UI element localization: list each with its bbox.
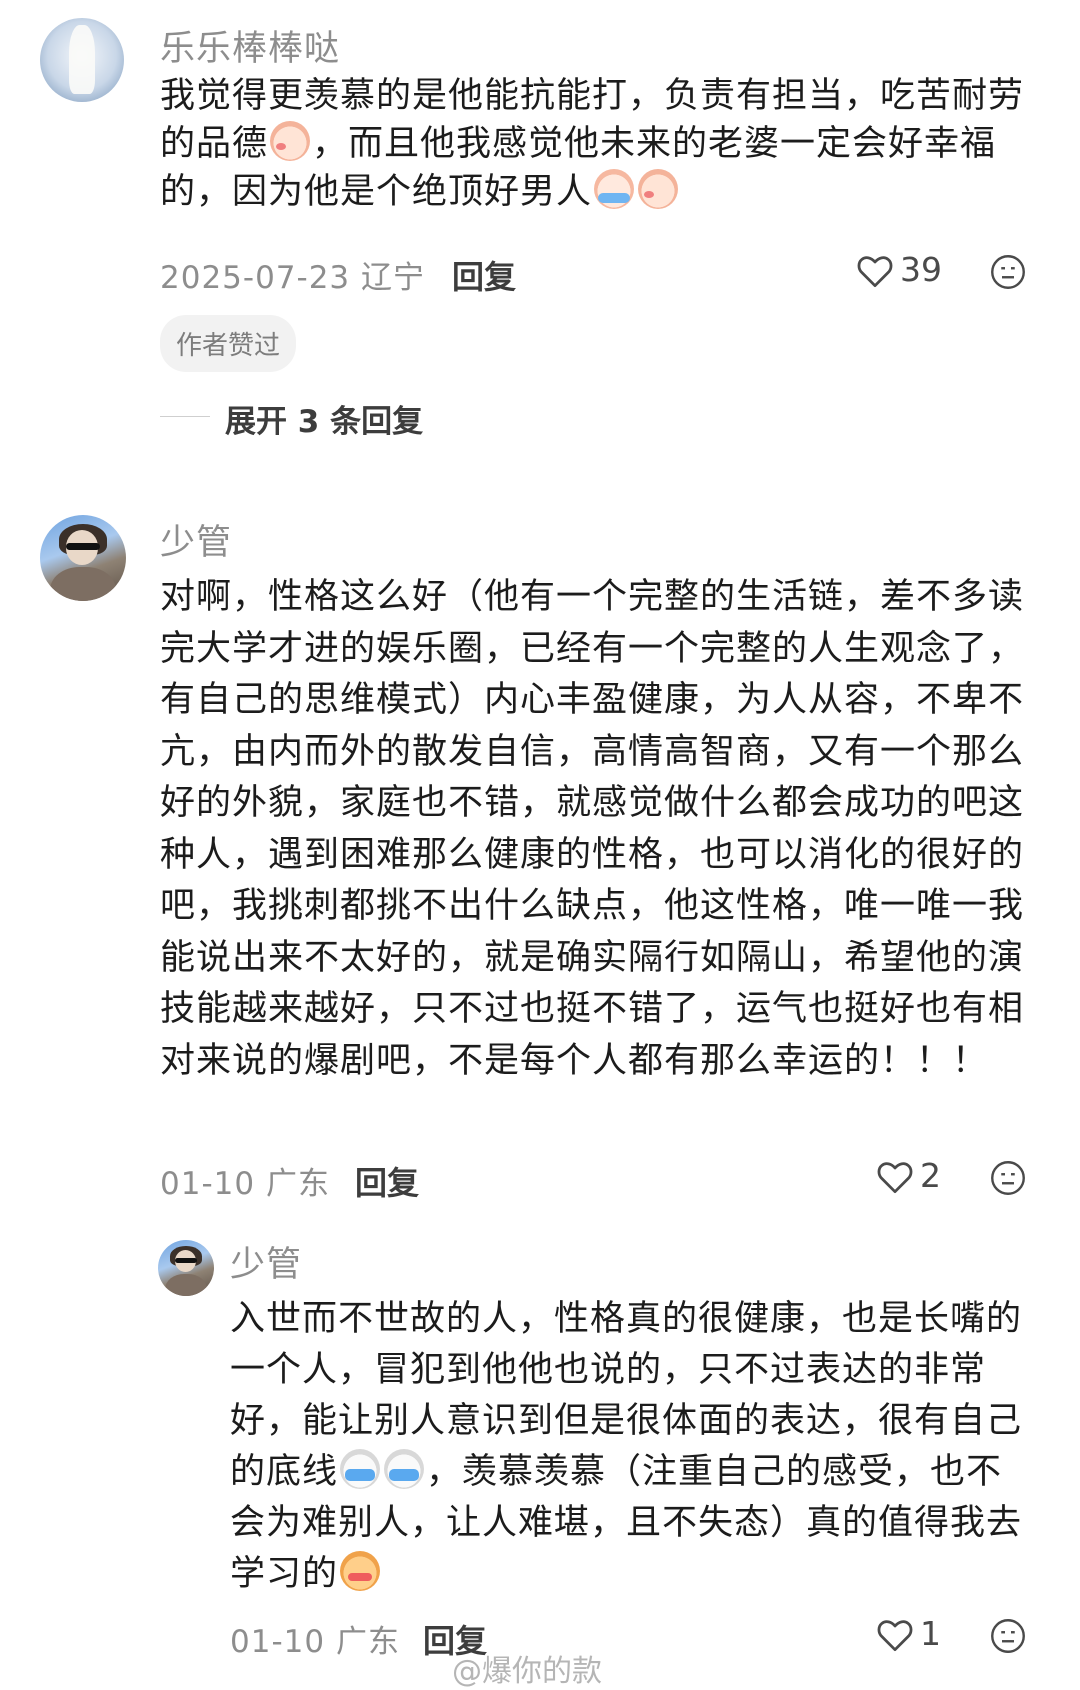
comment-username[interactable]: 少管 xyxy=(230,1236,302,1287)
comment-username[interactable]: 少管 xyxy=(160,514,232,565)
comment-text: 我觉得更羡慕的是他能抗能打，负责有担当，吃苦耐劳的品德 ，而且他我感觉他未来的老婆… xyxy=(160,72,1040,216)
watermark: @爆你的款 xyxy=(452,1654,602,1689)
comment-username[interactable]: 乐乐棒棒哒 xyxy=(160,20,340,71)
comment-location: 广东 xyxy=(265,1166,330,1202)
statue-figure xyxy=(68,24,96,94)
avatar[interactable] xyxy=(40,18,124,102)
comment-date: 2025-07-23 xyxy=(160,260,351,296)
dislike-button[interactable] xyxy=(990,1160,1026,1200)
heart-outline-icon xyxy=(877,1620,913,1652)
comment-text: 入世而不世故的人，性格真的很健康，也是长嘴的一个人，冒犯到他他也说的，只不过表达… xyxy=(230,1294,1030,1600)
comment-location: 广东 xyxy=(335,1624,400,1660)
like-count: 2 xyxy=(920,1156,941,1195)
like-button[interactable]: 1 xyxy=(876,1614,941,1653)
avatar-sunglasses xyxy=(174,1257,198,1263)
comment-date: 01-10 xyxy=(160,1166,256,1202)
crying-emoji-icon xyxy=(594,169,635,209)
expand-divider xyxy=(160,416,210,417)
like-button[interactable]: 2 xyxy=(876,1156,941,1195)
blush-peach-emoji-icon xyxy=(638,169,679,209)
avatar-body xyxy=(50,566,116,601)
comment-date-location: 01-10 广东 xyxy=(160,1158,330,1203)
avatar[interactable] xyxy=(40,515,126,601)
expand-replies-button[interactable]: 展开 3 条回复 xyxy=(225,396,423,441)
comment-date-location: 2025-07-23 辽宁 xyxy=(160,252,425,297)
reply-button[interactable]: 回复 xyxy=(355,1158,419,1204)
author-liked-badge: 作者赞过 xyxy=(160,315,297,372)
comment-date: 01-10 xyxy=(230,1624,326,1660)
dislike-button[interactable] xyxy=(990,1618,1026,1658)
avatar-body xyxy=(164,1273,208,1296)
angry-cat-emoji-icon xyxy=(340,1551,381,1591)
like-button[interactable]: 39 xyxy=(856,250,942,289)
comment-text: 对啊，性格这么好（他有一个完整的生活链，差不多读完大学才进的娱乐圈，已经有一个完… xyxy=(160,577,1025,1081)
like-count: 39 xyxy=(900,250,942,289)
unhappy-face-icon xyxy=(991,1161,1025,1195)
unhappy-face-icon xyxy=(991,1619,1025,1653)
dislike-button[interactable] xyxy=(990,254,1026,294)
avatar[interactable] xyxy=(158,1240,214,1296)
like-count: 1 xyxy=(920,1614,941,1653)
comment-location: 辽宁 xyxy=(361,260,426,296)
reply-button[interactable]: 回复 xyxy=(452,252,516,298)
unhappy-face-icon xyxy=(991,255,1025,289)
heart-outline-icon xyxy=(877,1162,913,1194)
crying-dog-emoji-icon xyxy=(340,1449,381,1489)
crying-dog-emoji-icon xyxy=(384,1449,425,1489)
heart-outline-icon xyxy=(857,256,893,288)
comment-date-location: 01-10 广东 xyxy=(230,1616,400,1661)
avatar-sunglasses xyxy=(65,542,101,551)
blush-peach-emoji-icon xyxy=(270,121,311,161)
